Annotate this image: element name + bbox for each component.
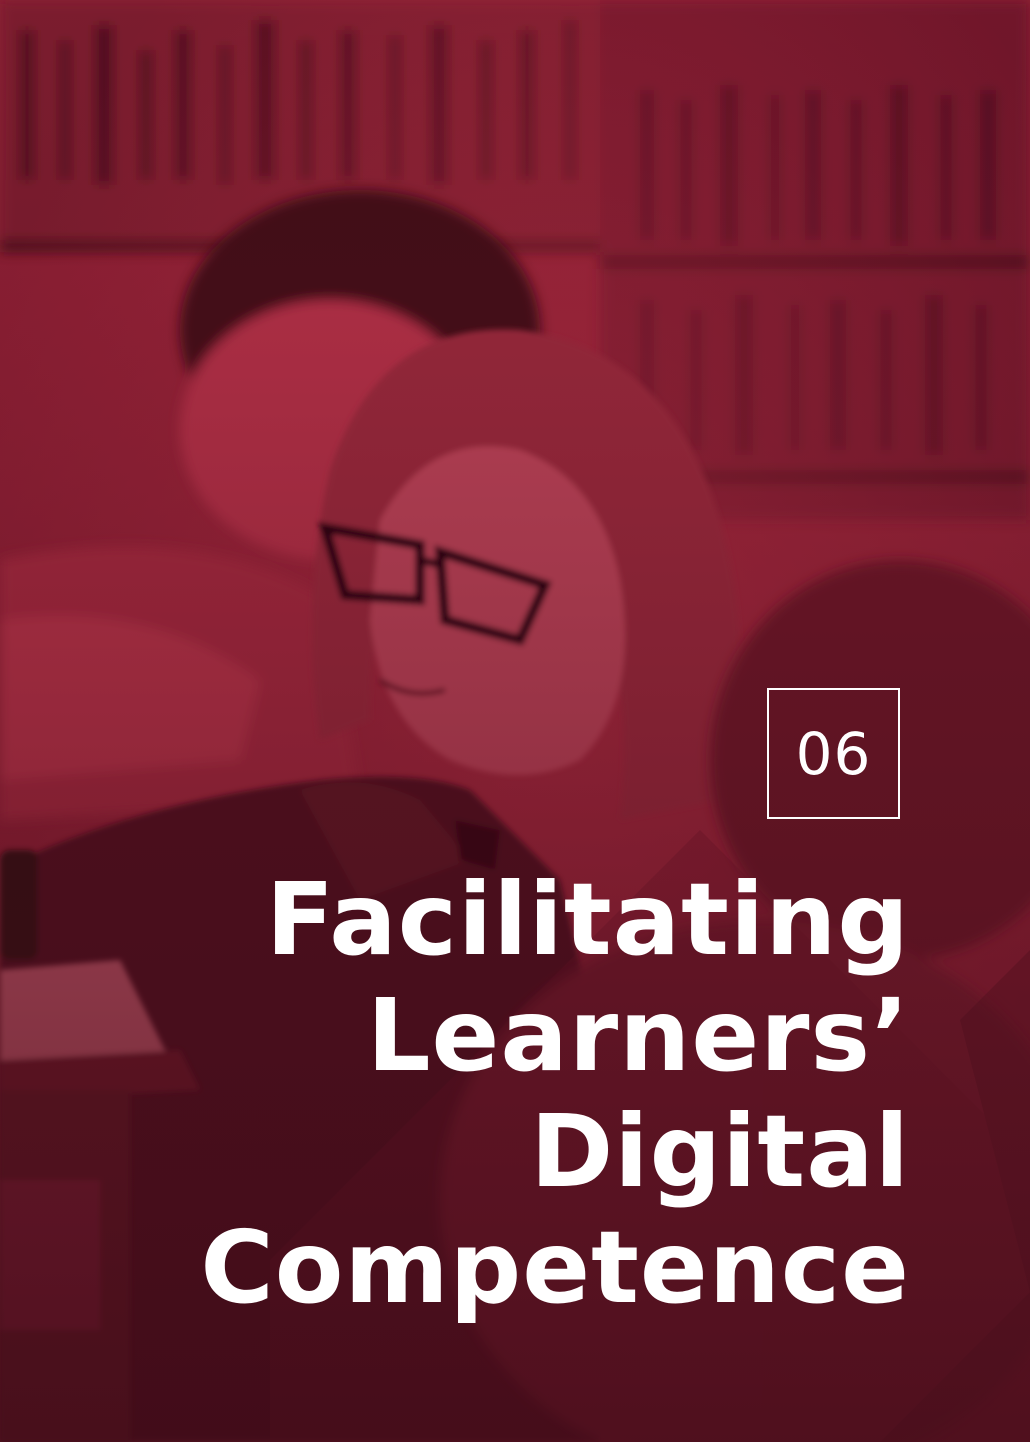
chapter-cover: 06 Facilitating Learners’ Digital Compet…	[0, 0, 1030, 1442]
chapter-title-line: Competence	[200, 1209, 910, 1326]
chapter-title: Facilitating Learners’ Digital Competenc…	[200, 862, 910, 1326]
chapter-title-line: Learners’	[366, 977, 910, 1094]
chapter-number-box: 06	[767, 688, 900, 819]
chapter-number: 06	[795, 719, 872, 788]
chapter-title-line: Facilitating	[265, 861, 910, 978]
chapter-title-line: Digital	[530, 1093, 910, 1210]
